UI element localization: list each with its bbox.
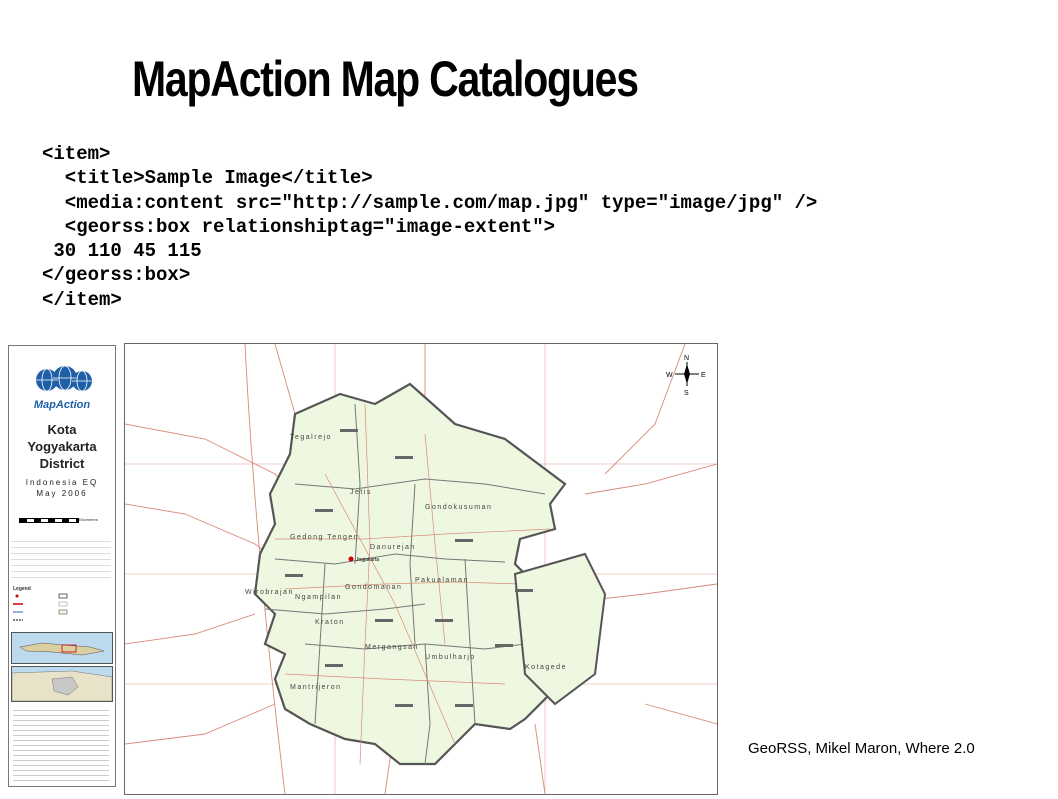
map-notes xyxy=(13,706,109,782)
district-label: Mergangsan xyxy=(365,644,419,651)
city-label: Jogjakarta xyxy=(356,557,379,563)
district-label: Mantrijeron xyxy=(290,684,342,691)
code-line: </georss:box> xyxy=(42,264,191,286)
district-label: Kraton xyxy=(315,619,345,626)
svg-text:W: W xyxy=(666,372,673,379)
code-line: <media:content src="http://sample.com/ma… xyxy=(42,192,818,214)
district-map: Jogjakarta Tegalrejo Jetis Gondokusuman … xyxy=(124,343,718,795)
map-legend-panel: MapAction Kota Yogyakarta District Indon… xyxy=(8,345,116,787)
legend-symbols xyxy=(13,593,68,621)
district-label: Ngampilan xyxy=(295,594,342,601)
svg-text:N: N xyxy=(684,355,689,362)
compass-icon: N S E W xyxy=(666,355,706,397)
district-label: Umbulharjo xyxy=(425,654,476,661)
map-image: MapAction Kota Yogyakarta District Indon… xyxy=(0,333,718,795)
scale-label: Kilometers xyxy=(79,517,98,522)
map-frame: Jogjakarta Tegalrejo Jetis Gondokusuman … xyxy=(124,343,718,795)
district-label: Tegalrejo xyxy=(290,434,332,441)
code-line: <item> xyxy=(42,143,111,165)
district-label: Pakualaman xyxy=(415,577,469,584)
district-label: Kotagede xyxy=(525,664,567,671)
map-title-line: Yogyakarta xyxy=(27,439,97,454)
code-line: <georss:box relationshiptag="image-exten… xyxy=(42,216,556,238)
slide-title: MapAction Map Catalogues xyxy=(132,51,639,107)
inset-map-indonesia xyxy=(11,632,113,664)
district-label: Danurejan xyxy=(370,544,416,551)
logo-text: MapAction xyxy=(33,399,91,411)
map-title-line: District xyxy=(39,456,85,471)
district-label: Gondomanan xyxy=(345,584,402,591)
scale-bar xyxy=(19,518,79,523)
svg-text:S: S xyxy=(684,390,689,397)
district-label: Jetis xyxy=(350,489,372,496)
map-subtitle: May 2006 xyxy=(36,489,88,498)
district-label: Wirobrajan xyxy=(245,589,294,596)
code-line: </item> xyxy=(42,289,122,311)
code-line: 30 110 45 115 xyxy=(42,240,202,262)
map-title-line: Kota xyxy=(47,422,77,437)
code-line: <title>Sample Image</title> xyxy=(42,167,373,189)
district-label: Gondokusuman xyxy=(425,504,492,511)
metadata-table xyxy=(11,536,111,582)
map-subtitle: Indonesia EQ xyxy=(25,478,99,487)
inset-map-java xyxy=(11,666,113,702)
footer-credit: GeoRSS, Mikel Maron, Where 2.0 xyxy=(748,740,975,757)
svg-text:E: E xyxy=(701,372,706,379)
district-label: Gedong Tengen xyxy=(290,534,359,541)
